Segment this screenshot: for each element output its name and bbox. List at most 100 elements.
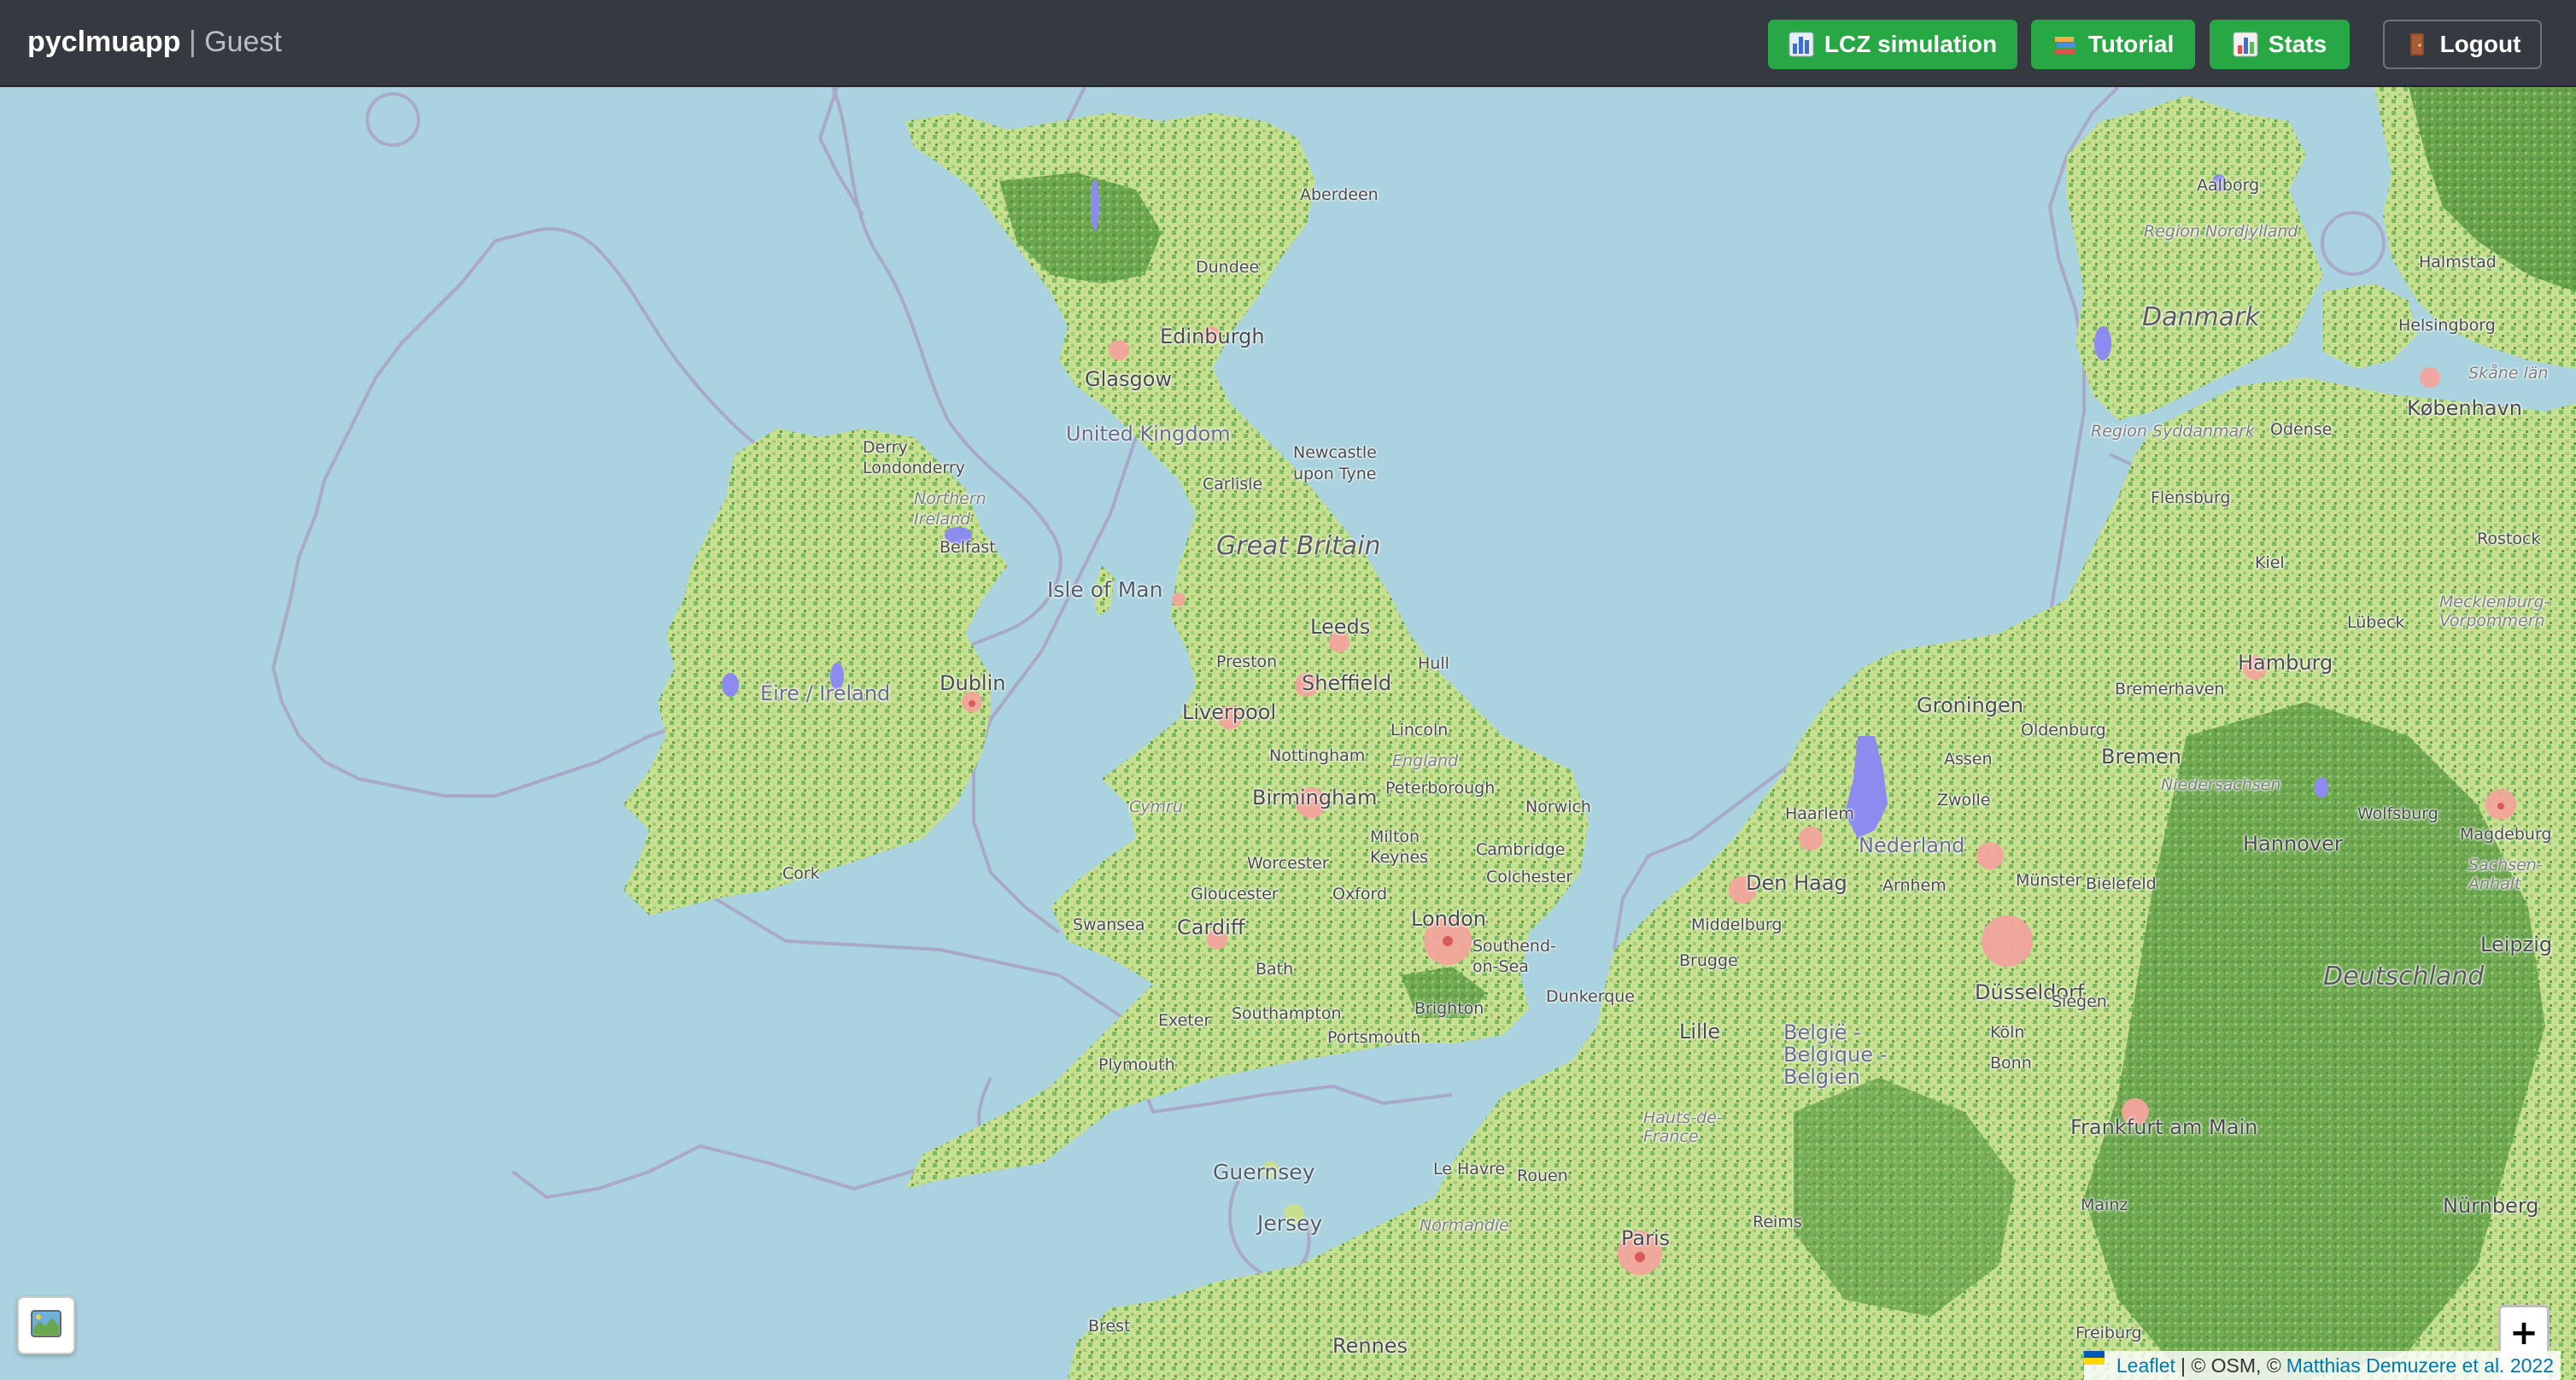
map-label-odense: Odense [2270,420,2333,439]
map-label-cymru: Cymru [1129,798,1183,816]
map-label-great-britain: Great Britain [1216,531,1381,561]
map-label-den-haag: Den Haag [1746,871,1847,895]
bar-chart-icon [2233,32,2258,57]
map-label-colchester: Colchester [1486,868,1573,886]
map-label-portsmouth: Portsmouth [1327,1028,1421,1047]
map-label-swansea: Swansea [1073,915,1145,934]
ukraine-flag-icon [2083,1351,2111,1372]
map-label-england: England [1392,751,1459,770]
map-label-leeds: Leeds [1310,615,1371,639]
map-label-brighton: Brighton [1414,999,1484,1018]
map-label-sheffield: Sheffield [1302,671,1392,695]
map-label-cork: Cork [782,864,820,883]
map-label-assen: Assen [1944,750,1993,769]
map-label-southend: Southend- on-Sea [1472,937,1556,976]
map-label-southampton: Southampton [1232,1004,1342,1023]
map-label-aalborg: Aalborg [2197,176,2260,195]
map-label-normandie: Normandie [1420,1216,1509,1235]
map-label-rostock: Rostock [2477,529,2541,548]
user-name: Guest [204,26,282,58]
stats-button[interactable]: Stats [2210,20,2350,69]
map-label-oxford: Oxford [1332,885,1388,903]
map-label-nederland: Nederland [1859,833,1965,857]
map-label-koln: Köln [1990,1023,2025,1042]
map-label-nottingham: Nottingham [1269,746,1366,765]
map-label-middelburg: Middelburg [1691,915,1783,934]
map-label-frankfurt: Frankfurt am Main [2070,1115,2258,1139]
map-label-milton-keynes: Milton Keynes [1370,827,1429,867]
map-label-guernsey: Guernsey [1213,1160,1315,1184]
map-label-aberdeen: Aberdeen [1300,185,1379,204]
map-label-belgie: België - Belgique - Belgien [1783,1020,1888,1089]
map-label-mecklenburg: Mecklenburg- Vorpommern [2439,593,2550,630]
top-navbar: pyclmuapp | Guest LCZ simulation Tutoria… [0,0,2576,87]
map-label-deutschland: Deutschland [2323,962,2485,991]
map-attribution: Leaflet | © OSM, © Matthias Demuzere et … [2083,1351,2561,1380]
map-label-bonn: Bonn [1990,1054,2032,1073]
map-layers-icon [30,1307,62,1344]
map-label-oldenburg: Oldenburg [2021,721,2106,740]
map-label-worcester: Worcester [1247,854,1329,873]
map-label-hauts-de-france: Hauts-de- France [1643,1108,1723,1146]
map-label-isle-of-man: Isle of Man [1047,577,1163,602]
demuzere-link[interactable]: Matthias Demuzere et al. 2022 [2286,1354,2554,1377]
map-label-le-havre: Le Havre [1433,1160,1506,1178]
map-tiles [271,87,2576,1380]
map-label-sachsen-anhalt: Sachsen- Anhalt [2468,856,2543,893]
map-label-bielefeld: Bielefeld [2086,874,2157,893]
tutorial-label: Tutorial [2087,31,2175,57]
map-label-lille: Lille [1679,1020,1721,1044]
map-label-cambridge: Cambridge [1476,840,1566,859]
map-label-bath: Bath [1256,960,1294,979]
brand-separator: | [188,26,196,58]
brand[interactable]: pyclmuapp | Guest [27,26,282,59]
map-label-lincoln: Lincoln [1390,721,1449,740]
map-label-carlisle: Carlisle [1203,475,1263,494]
map-label-wolfsburg: Wolfsburg [2357,804,2438,823]
leaflet-link[interactable]: Leaflet [2116,1354,2175,1377]
tutorial-button[interactable]: Tutorial [2031,20,2195,69]
map-label-skane: Skåne län [2468,364,2549,383]
map-label-groningen: Groningen [1917,693,2023,717]
map-label-preston: Preston [1216,652,1278,671]
map-label-dunkerque: Dunkerque [1546,987,1635,1006]
lcz-map[interactable]: Aberdeen Dundee Edinburgh Glasgow United… [0,87,2576,1380]
bar-chart-icon [1789,32,1814,57]
logout-label: Logout [2439,31,2521,57]
map-label-helsingborg: Helsingborg [2398,316,2496,335]
map-label-region-nordjylland: Region Nordjylland [2144,222,2298,241]
map-label-zwolle: Zwolle [1937,791,1991,810]
map-label-peterborough: Peterborough [1385,779,1496,798]
osm-attribution-text: | © OSM, © [2180,1354,2281,1377]
map-label-hull: Hull [1418,654,1449,673]
map-label-leipzig: Leipzig [2480,933,2553,956]
map-label-united-kingdom: United Kingdom [1066,422,1231,446]
map-label-dundee: Dundee [1196,258,1260,277]
map-label-hannover: Hannover [2243,832,2343,856]
lcz-simulation-button[interactable]: LCZ simulation [1768,20,2017,69]
map-label-danmark: Danmark [2142,302,2260,332]
map-label-newcastle: Newcastle upon Tyne [1293,443,1377,483]
map-label-birmingham: Birmingham [1252,786,1378,810]
map-label-paris: Paris [1621,1226,1671,1250]
map-label-haarlem: Haarlem [1785,804,1854,823]
map-label-edinburgh: Edinburgh [1160,325,1265,348]
logout-button[interactable]: Logout [2383,20,2542,69]
map-label-cardiff: Cardiff [1177,915,1245,939]
layer-toggle-button[interactable] [17,1296,75,1354]
map-label-arnhem: Arnhem [1882,876,1947,895]
map-label-brest: Brest [1088,1317,1131,1336]
map-label-siegen: Siegen [2052,992,2107,1011]
map-label-bremen: Bremen [2101,745,2181,769]
map-label-exeter: Exeter [1158,1011,1211,1030]
map-label-liverpool: Liverpool [1182,700,1277,724]
map-label-hamburg: Hamburg [2238,651,2333,675]
map-label-belfast: Belfast [940,538,996,557]
map-label-mainz: Mainz [2081,1196,2128,1214]
stats-label: Stats [2268,31,2327,57]
map-label-derry: Derry Londonderry [863,438,965,477]
map-label-plymouth: Plymouth [1098,1055,1175,1074]
map-label-flensburg: Flensburg [2151,488,2231,507]
map-label-magdeburg: Magdeburg [2460,825,2552,844]
map-label-kobenhavn: København [2407,396,2522,420]
